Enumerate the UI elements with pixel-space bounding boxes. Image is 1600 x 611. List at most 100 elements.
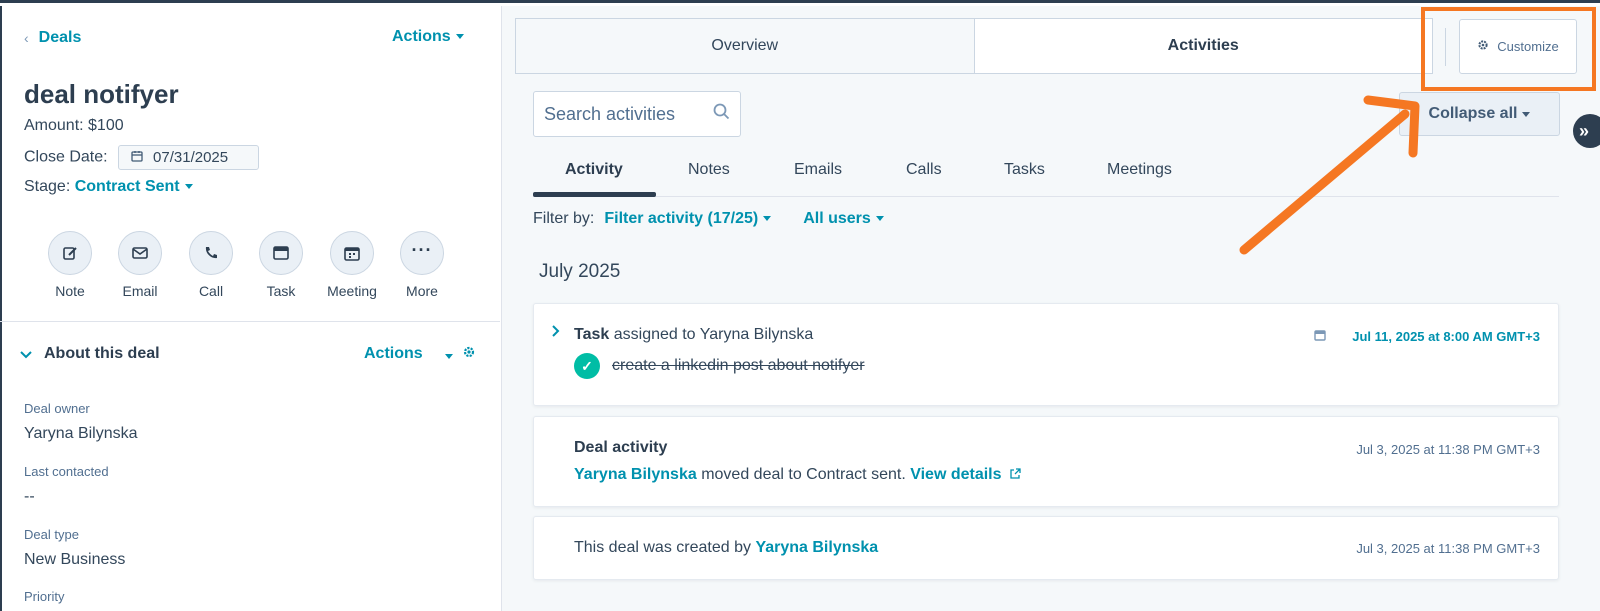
quick-action-email[interactable]: Email xyxy=(108,231,172,299)
stage-value: Contract Sent xyxy=(74,178,180,195)
subtab-activity[interactable]: Activity xyxy=(565,161,623,179)
subtab-calls[interactable]: Calls xyxy=(906,161,942,179)
app-frame: ‹ Deals Actions deal notifyer Amount: $1… xyxy=(0,0,1600,611)
note-edit-icon xyxy=(48,231,92,275)
activity-title-rest: assigned to Yaryna Bilynska xyxy=(613,326,814,343)
caret-down-icon[interactable] xyxy=(445,354,453,359)
actions-label: Actions xyxy=(392,28,451,45)
tab-activities[interactable]: Activities xyxy=(974,19,1432,73)
property-label: Priority xyxy=(24,589,65,604)
activity-title: Task assigned to Yaryna Bilynska xyxy=(574,326,813,344)
about-actions-dropdown[interactable]: Actions xyxy=(364,345,423,363)
quick-action-meeting[interactable]: Meeting xyxy=(320,231,384,299)
active-subtab-indicator xyxy=(533,192,656,197)
quick-action-label: Call xyxy=(198,283,224,299)
back-label: Deals xyxy=(38,29,82,46)
property-value[interactable]: New Business xyxy=(24,551,125,569)
quick-action-label: More xyxy=(406,283,438,299)
tab-label: Activities xyxy=(1167,37,1239,54)
record-tabs: Overview Activities xyxy=(515,18,1433,74)
record-actions-dropdown[interactable]: Actions xyxy=(392,28,464,46)
filter-activity-dropdown[interactable]: Filter activity (17/25) xyxy=(604,210,772,228)
activity-title: Deal activity xyxy=(574,439,668,456)
view-details-link[interactable]: View details xyxy=(910,466,1021,483)
email-icon xyxy=(118,231,162,275)
quick-action-label: Meeting xyxy=(327,283,377,299)
activity-type: Task xyxy=(574,326,610,343)
activity-due-date[interactable]: Jul 11, 2025 at 8:00 AM GMT+3 xyxy=(1352,329,1540,344)
activity-card-deal-activity[interactable]: Deal activity Yaryna Bilynska moved deal… xyxy=(533,416,1559,507)
quick-action-label: Note xyxy=(55,283,85,299)
filter-users-dropdown[interactable]: All users xyxy=(803,210,884,228)
sidebar-divider xyxy=(0,321,500,322)
quick-action-label: Email xyxy=(122,283,158,299)
filter-row: Filter by: Filter activity (17/25) All u… xyxy=(533,210,884,228)
caret-down-icon xyxy=(455,34,464,40)
close-date-label: Close Date: xyxy=(24,148,108,166)
quick-action-task[interactable]: Task xyxy=(249,231,313,299)
activity-card-task[interactable]: Task assigned to Yaryna Bilynska ✓ creat… xyxy=(533,303,1559,406)
phone-icon xyxy=(189,231,233,275)
activity-subtabs: Activity Notes Emails Calls Tasks Meetin… xyxy=(533,153,1559,197)
close-date-value: 07/31/2025 xyxy=(153,149,229,166)
search-icon[interactable] xyxy=(713,103,730,125)
task-icon xyxy=(259,231,303,275)
back-to-deals-link[interactable]: ‹ Deals xyxy=(24,29,81,47)
deal-name: deal notifyer xyxy=(24,79,179,109)
more-dots-icon: ··· xyxy=(400,231,444,275)
subtab-meetings[interactable]: Meetings xyxy=(1107,161,1172,179)
subtab-tasks[interactable]: Tasks xyxy=(1004,161,1045,179)
activity-timestamp: Jul 3, 2025 at 11:38 PM GMT+3 xyxy=(1356,442,1540,457)
checkmark-icon[interactable]: ✓ xyxy=(574,353,600,379)
property-value: -- xyxy=(24,488,35,505)
expand-sidebar-button[interactable]: » xyxy=(1573,114,1600,148)
stage-row: Stage: Contract Sent xyxy=(24,178,193,196)
quick-action-more[interactable]: ··· More xyxy=(390,231,454,299)
quick-action-call[interactable]: Call xyxy=(179,231,243,299)
caret-down-icon xyxy=(184,184,193,190)
subtab-emails[interactable]: Emails xyxy=(794,161,842,179)
month-heading: July 2025 xyxy=(539,261,621,282)
filter-users-label: All users xyxy=(803,210,871,227)
chevron-left-icon: ‹ xyxy=(24,30,29,46)
creation-text: This deal was created by xyxy=(574,539,751,556)
property-value[interactable]: Yaryna Bilynska xyxy=(24,425,138,443)
chevron-down-icon xyxy=(20,346,32,362)
calendar-icon xyxy=(131,149,143,166)
chevron-right-icon[interactable] xyxy=(552,324,560,342)
activity-card-created[interactable]: This deal was created by Yaryna Bilynska… xyxy=(533,516,1559,580)
task-text: create a linkedin post about notifyer xyxy=(612,357,865,374)
caret-down-icon xyxy=(1522,111,1531,117)
annotation-highlight-box xyxy=(1421,7,1596,91)
close-date-field[interactable]: 07/31/2025 xyxy=(118,145,260,170)
stage-dropdown[interactable]: Contract Sent xyxy=(75,178,193,195)
filter-prefix: Filter by: xyxy=(533,210,595,227)
about-section-toggle[interactable]: About this deal xyxy=(20,345,160,363)
activity-timestamp: Jul 3, 2025 at 11:38 PM GMT+3 xyxy=(1356,541,1540,556)
quick-action-note[interactable]: Note xyxy=(38,231,102,299)
task-row: ✓ create a linkedin post about notifyer xyxy=(574,353,865,379)
quick-action-label: Task xyxy=(266,283,296,299)
property-label: Last contacted xyxy=(24,464,109,479)
property-label: Deal type xyxy=(24,527,79,542)
search-input[interactable] xyxy=(544,103,704,125)
collapse-all-button[interactable]: Collapse all xyxy=(1399,92,1560,136)
calendar-icon xyxy=(330,231,374,275)
calendar-icon xyxy=(1314,328,1326,346)
about-actions-label: Actions xyxy=(364,345,423,362)
close-date-row: Close Date: 07/31/2025 xyxy=(24,145,260,170)
external-link-icon xyxy=(1010,466,1021,483)
property-label: Deal owner xyxy=(24,401,90,416)
gear-icon[interactable] xyxy=(462,345,476,364)
double-chevron-right-icon: » xyxy=(1579,120,1590,141)
actor-link[interactable]: Yaryna Bilynska xyxy=(755,539,878,556)
caret-down-icon xyxy=(875,216,884,222)
activity-body: This deal was created by Yaryna Bilynska xyxy=(574,539,878,557)
filter-activity-label: Filter activity (17/25) xyxy=(604,210,759,227)
action-text: moved deal to Contract sent. xyxy=(701,466,906,483)
stage-label: Stage: xyxy=(24,178,71,195)
subtab-notes[interactable]: Notes xyxy=(688,161,730,179)
actor-link[interactable]: Yaryna Bilynska xyxy=(574,466,697,483)
search-activities-box xyxy=(533,91,741,137)
tab-overview[interactable]: Overview xyxy=(516,19,975,73)
